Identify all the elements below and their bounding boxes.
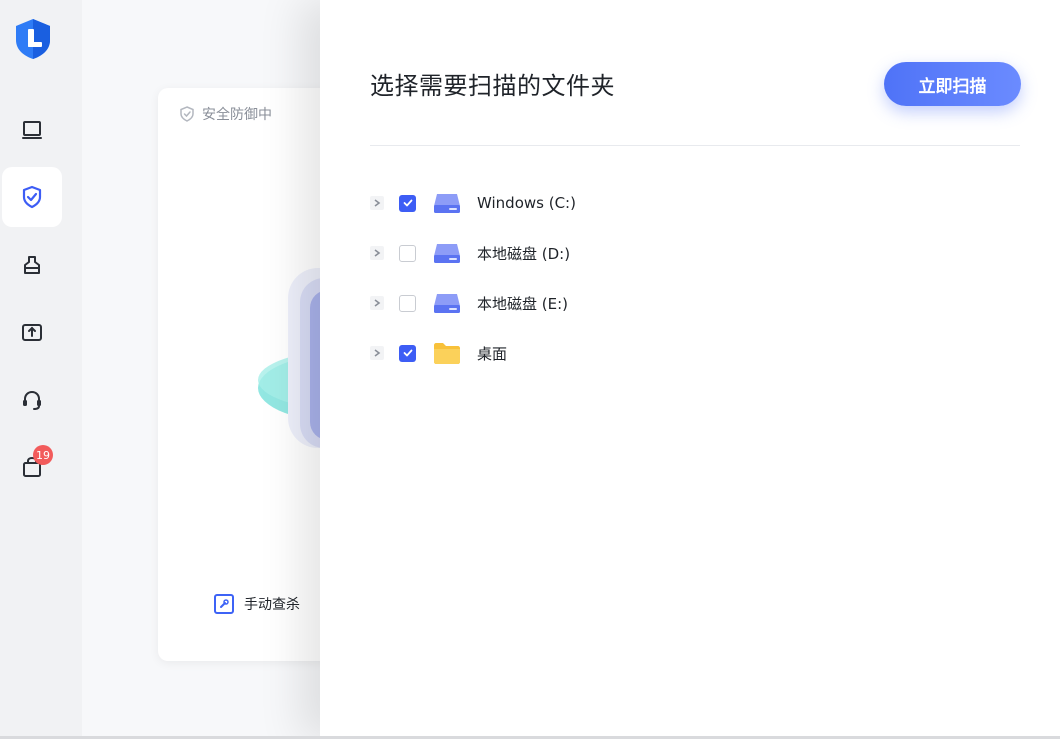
- scan-now-button[interactable]: 立即扫描: [884, 62, 1021, 106]
- manual-scan-button[interactable]: 手动查杀: [214, 594, 300, 614]
- panel-title: 选择需要扫描的文件夹: [370, 72, 615, 100]
- folder-row-c: Windows (C:): [370, 188, 576, 218]
- shield-check-icon: [22, 185, 42, 209]
- sidebar-item-upload[interactable]: [2, 302, 62, 362]
- drive-icon: [434, 244, 460, 263]
- drive-icon: [434, 194, 460, 213]
- folder-checkbox-d[interactable]: [399, 244, 416, 262]
- expand-chevron-icon[interactable]: [370, 246, 384, 260]
- expand-chevron-icon[interactable]: [370, 296, 384, 310]
- expand-chevron-icon[interactable]: [370, 346, 384, 360]
- sidebar-item-overview[interactable]: [2, 100, 62, 160]
- checkmark-icon: [403, 199, 412, 207]
- folder-label-desktop: 桌面: [477, 344, 508, 363]
- broom-icon: [24, 256, 40, 274]
- manual-scan-label: 手动查杀: [244, 597, 300, 613]
- folder-select-panel: 选择需要扫描的文件夹 立即扫描 Windows (C:) 本地磁盘 (D:) 本…: [320, 0, 1060, 739]
- folder-row-e: 本地磁盘 (E:): [370, 288, 568, 318]
- drive-icon: [434, 294, 460, 313]
- sidebar-item-protection[interactable]: [2, 167, 62, 227]
- sidebar-item-store[interactable]: [2, 437, 62, 497]
- sidebar: 19: [0, 0, 82, 739]
- headset-icon: [23, 390, 41, 410]
- folder-checkbox-e[interactable]: [399, 294, 416, 312]
- sidebar-item-support[interactable]: [2, 370, 62, 430]
- checkmark-icon: [403, 349, 412, 357]
- folder-label-d: 本地磁盘 (D:): [477, 244, 571, 263]
- sidebar-item-cleanup[interactable]: [2, 235, 62, 295]
- store-badge: 19: [33, 445, 53, 465]
- protection-status-text: 安全防御中: [202, 107, 272, 123]
- monitor-icon: [22, 121, 42, 139]
- upload-box-icon: [22, 324, 42, 341]
- divider: [370, 145, 1020, 146]
- shield-check-icon: [180, 106, 194, 122]
- folder-checkbox-desktop[interactable]: [399, 344, 416, 362]
- folder-label-e: 本地磁盘 (E:): [477, 294, 569, 313]
- folder-row-d: 本地磁盘 (D:): [370, 238, 570, 268]
- wrench-icon: [214, 594, 234, 614]
- protection-status: 安全防御中: [178, 104, 272, 124]
- app-logo: [14, 18, 52, 60]
- folder-icon: [434, 343, 460, 364]
- folder-checkbox-c[interactable]: [399, 194, 416, 212]
- expand-chevron-icon[interactable]: [370, 196, 384, 210]
- folder-label-c: Windows (C:): [477, 194, 576, 212]
- folder-row-desktop: 桌面: [370, 338, 507, 368]
